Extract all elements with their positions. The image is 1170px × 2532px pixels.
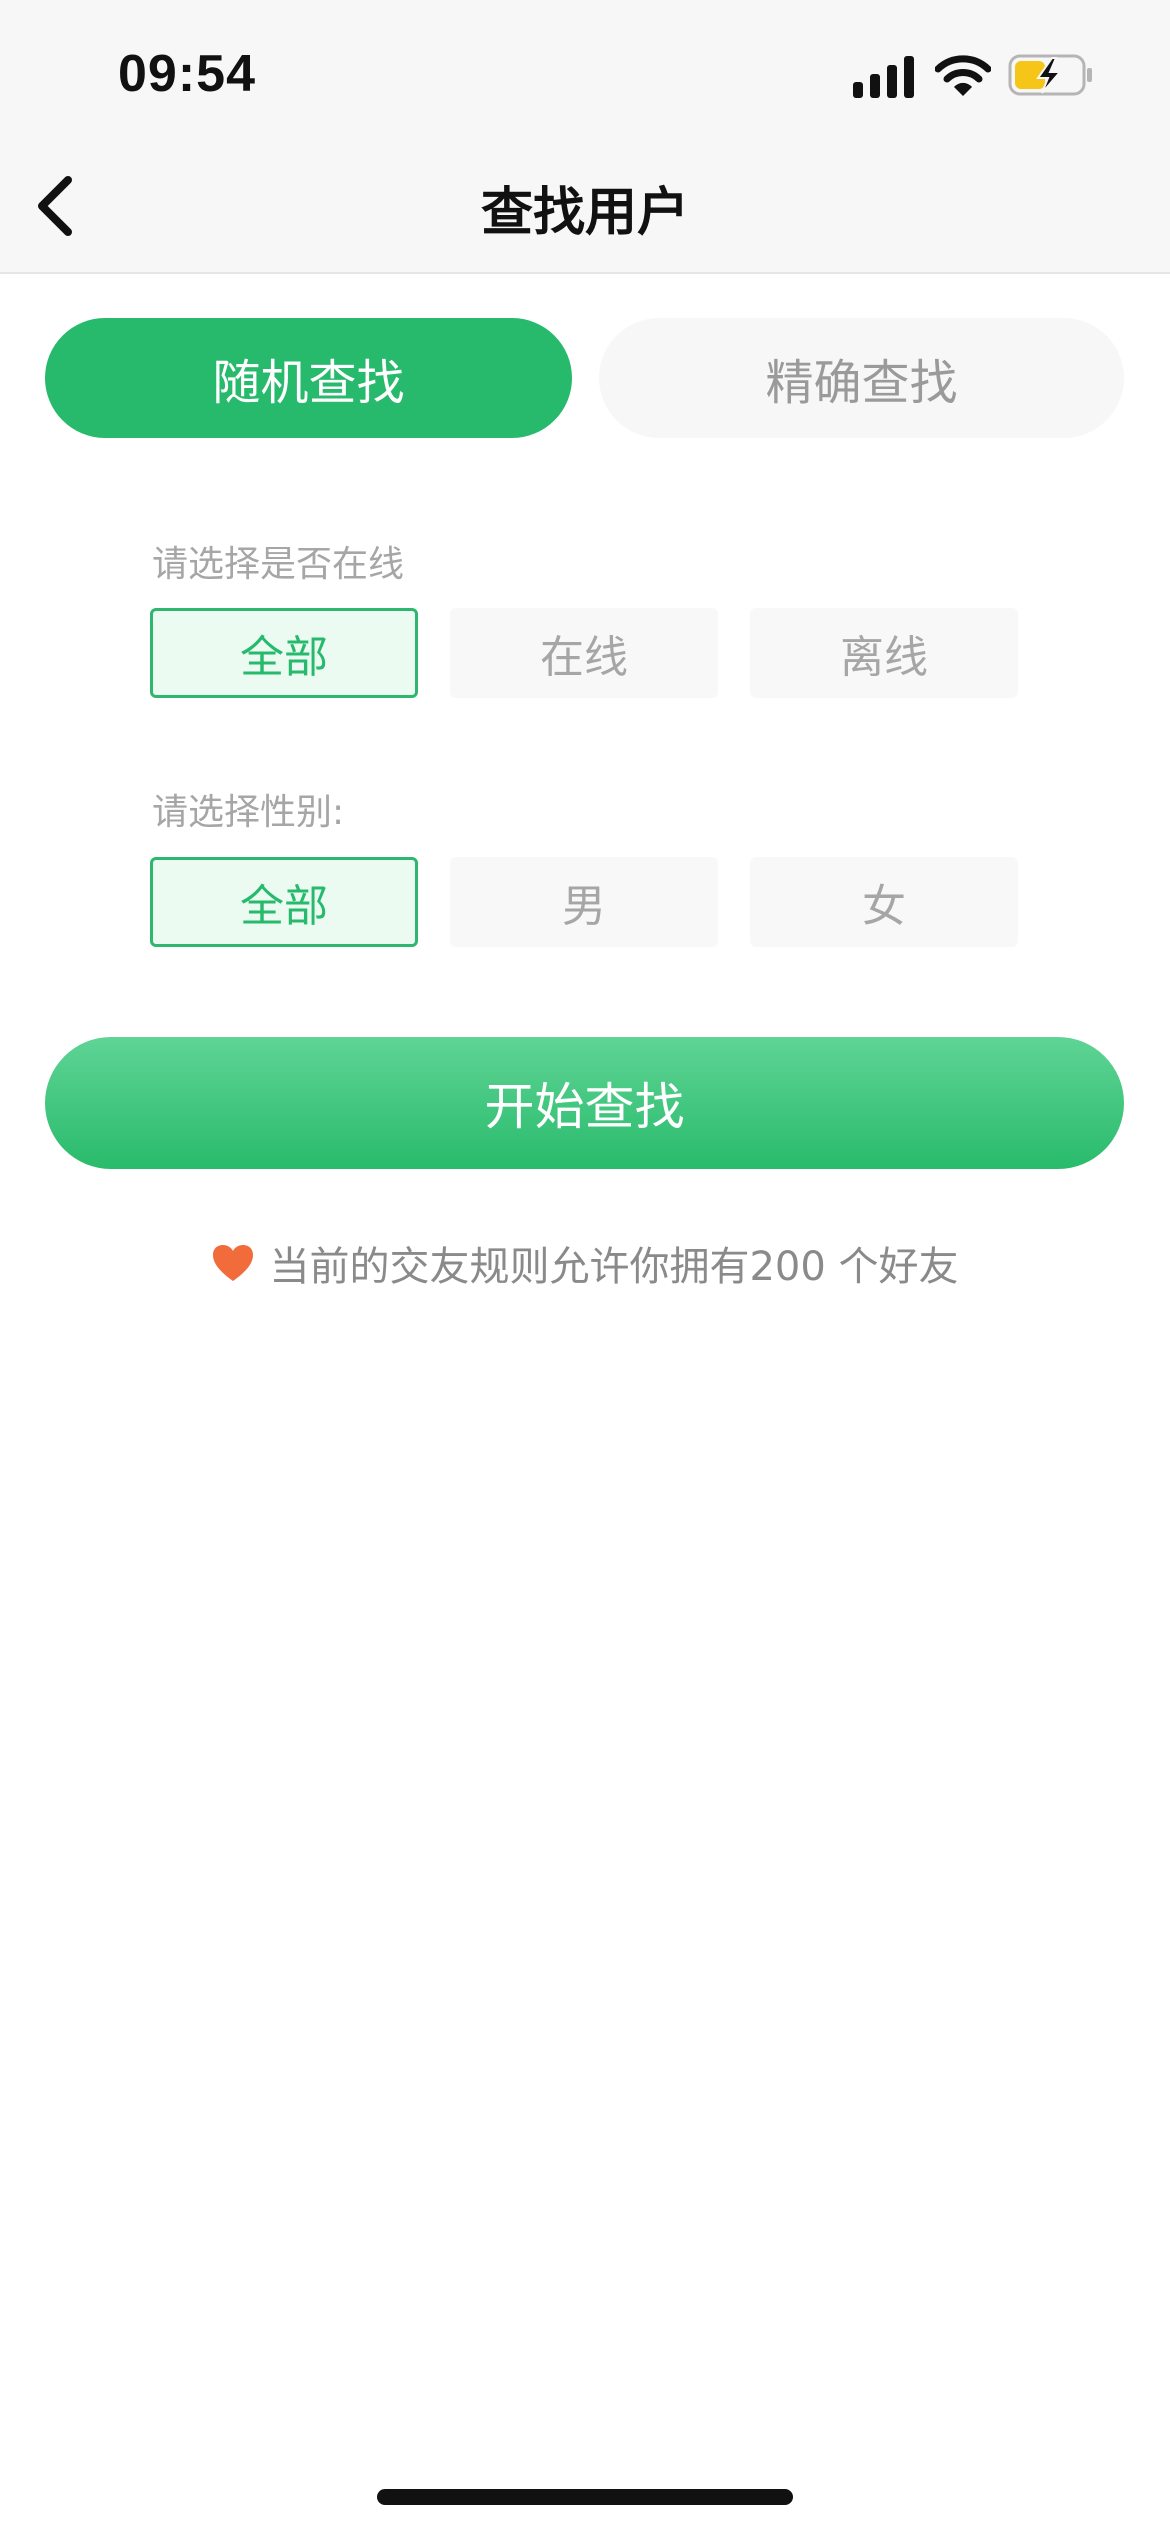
online-filter-label: 请选择是否在线 [152,544,405,585]
start-search-button[interactable]: 开始查找 [45,1037,1124,1169]
page-title: 查找用户 [480,183,689,243]
online-option-all[interactable]: 全部 [150,608,418,698]
gender-option-all[interactable]: 全部 [150,857,418,947]
find-user-screen: 09:54 查找用户 随机查找 精确查找 请选择是否在线 全部 在线 离线 请选… [0,0,1170,2532]
online-option-online[interactable]: 在线 [450,608,718,698]
home-indicator[interactable] [377,2489,793,2505]
tab-random-search[interactable]: 随机查找 [45,318,572,438]
status-time: 09:54 [118,45,256,103]
friend-rule-text: 当前的交友规则允许你拥有200 个好友 [269,1244,959,1290]
tab-exact-search[interactable]: 精确查找 [599,318,1124,438]
gender-option-female[interactable]: 女 [750,857,1018,947]
gender-filter-label: 请选择性别: [152,792,345,833]
friend-rule-note: 当前的交友规则允许你拥有200 个好友 [0,1234,1170,1292]
wifi-icon [935,55,991,96]
battery-charging-icon [1008,54,1092,96]
online-option-offline[interactable]: 离线 [750,608,1018,698]
gender-option-male[interactable]: 男 [450,857,718,947]
heart-icon [213,1245,254,1281]
header-area: 09:54 查找用户 [0,0,1170,274]
signal-icon [853,56,914,98]
